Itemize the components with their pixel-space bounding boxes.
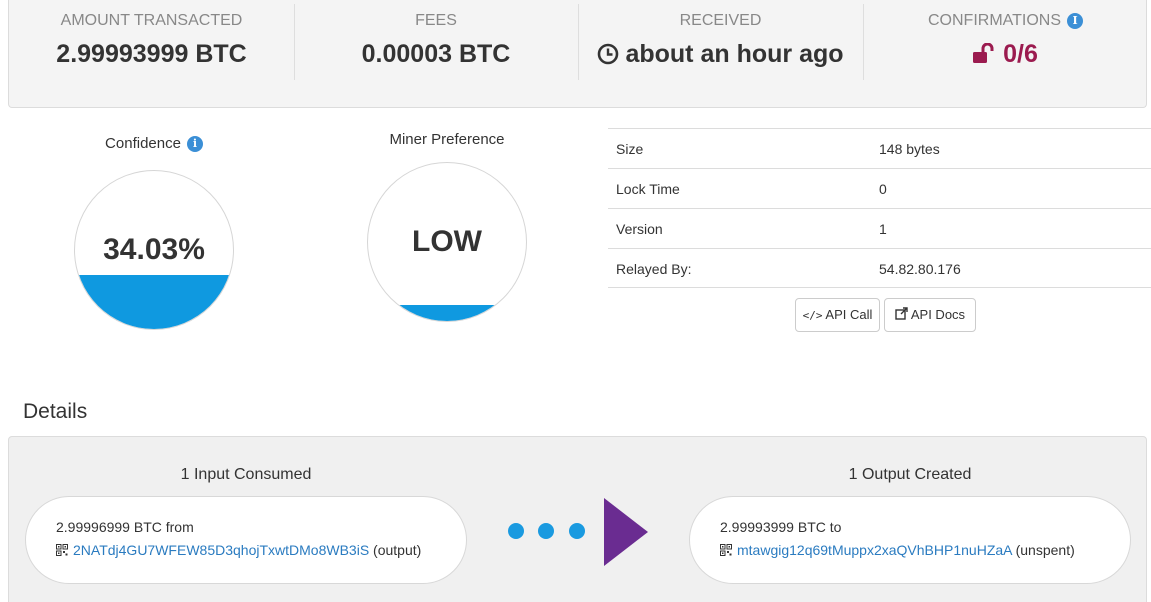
prop-value: 54.82.80.176: [879, 261, 961, 277]
properties-table: Size 148 bytes Lock Time 0 Version 1 Rel…: [608, 128, 1151, 288]
miner-preference-title: Miner Preference: [389, 131, 505, 148]
qr-code-icon[interactable]: [56, 544, 68, 556]
prop-value: 0: [879, 181, 887, 197]
prop-key: Relayed By:: [616, 261, 692, 277]
stat-amount-value: 2.99993999 BTC: [56, 40, 247, 68]
api-call-button[interactable]: </> API Call: [795, 298, 880, 332]
output-address-line: mtawgig12q69tMuppx2xaQVhBHP1nuHZaA (unsp…: [720, 542, 1108, 558]
stat-amount-label: AMOUNT TRANSACTED: [60, 12, 243, 29]
input-amount: 2.99996999 BTC from: [56, 519, 194, 535]
api-call-label: API Call: [825, 307, 873, 322]
miner-preference-gauge: LOW: [367, 162, 527, 322]
output-card: 2.99993999 BTC to mtawgig12q69tMuppx2xaQ…: [689, 496, 1131, 584]
confidence-title: Confidence i: [74, 135, 234, 152]
qr-code-icon[interactable]: [720, 544, 732, 556]
output-amount: 2.99993999 BTC to: [720, 519, 842, 535]
output-address-link[interactable]: mtawgig12q69tMuppx2xaQVhBHP1nuHZaA: [737, 542, 1012, 558]
clock-icon: [598, 43, 619, 65]
stat-fees-label: FEES: [415, 12, 457, 29]
stat-fees: FEES 0.00003 BTC: [294, 0, 578, 82]
flow-dot: [508, 523, 524, 539]
flow-arrow-icon: [604, 498, 648, 566]
inputs-title: 1 Input Consumed: [180, 466, 312, 483]
stat-received-label: RECEIVED: [679, 12, 762, 29]
prop-key: Version: [616, 221, 663, 237]
api-docs-label: API Docs: [910, 307, 966, 322]
info-icon[interactable]: i: [186, 136, 203, 152]
confidence-gauge-fill: [75, 275, 233, 329]
stats-panel: AMOUNT TRANSACTED 2.99993999 BTC FEES 0.…: [8, 0, 1147, 108]
stat-received-value: about an hour ago: [578, 40, 863, 69]
unlock-icon: [973, 43, 994, 63]
table-row: Lock Time 0: [608, 168, 1151, 208]
info-icon[interactable]: i: [1067, 13, 1084, 29]
confidence-title-text: Confidence: [105, 135, 181, 152]
prop-value: 148 bytes: [879, 141, 940, 157]
output-status: (unspent): [1015, 542, 1075, 558]
received-text: about an hour ago: [625, 40, 844, 68]
miner-preference-gauge-fill: [368, 305, 526, 321]
stat-confirmations: CONFIRMATIONS i 0/6: [863, 0, 1148, 82]
miner-preference-value: LOW: [412, 225, 482, 258]
stat-amount: AMOUNT TRANSACTED 2.99993999 BTC: [9, 0, 294, 82]
flow-dot: [569, 523, 585, 539]
outputs-title: 1 Output Created: [848, 466, 972, 483]
code-icon: </>: [802, 309, 823, 322]
input-status: (output): [373, 542, 422, 558]
confirmations-count: 0/6: [1003, 40, 1038, 68]
details-heading: Details: [23, 400, 88, 423]
prop-key: Size: [616, 141, 644, 157]
prop-key: Lock Time: [616, 181, 680, 197]
api-docs-button[interactable]: API Docs: [884, 298, 976, 332]
table-row: Relayed By: 54.82.80.176: [608, 248, 1151, 288]
input-address-line: 2NATdj4GU7WFEW85D3qhojTxwtDMo8WB3iS (out…: [56, 542, 444, 558]
external-link-icon: [895, 307, 908, 320]
input-address-link[interactable]: 2NATdj4GU7WFEW85D3qhojTxwtDMo8WB3iS: [73, 542, 369, 558]
stat-confirmations-label: CONFIRMATIONS i: [863, 12, 1148, 30]
input-card: 2.99996999 BTC from 2NATdj4GU7WFEW85D3qh…: [25, 496, 467, 584]
confirmations-label-text: CONFIRMATIONS: [927, 12, 1062, 29]
table-row: Size 148 bytes: [608, 128, 1151, 168]
stat-fees-value: 0.00003 BTC: [361, 40, 511, 68]
stat-confirmations-value: 0/6: [863, 40, 1148, 69]
flow-dot: [538, 523, 554, 539]
confidence-gauge: 34.03%: [74, 170, 234, 330]
table-row: Version 1: [608, 208, 1151, 248]
confidence-value: 34.03%: [103, 233, 205, 266]
stat-received: RECEIVED about an hour ago: [578, 0, 863, 82]
prop-value: 1: [879, 221, 887, 237]
